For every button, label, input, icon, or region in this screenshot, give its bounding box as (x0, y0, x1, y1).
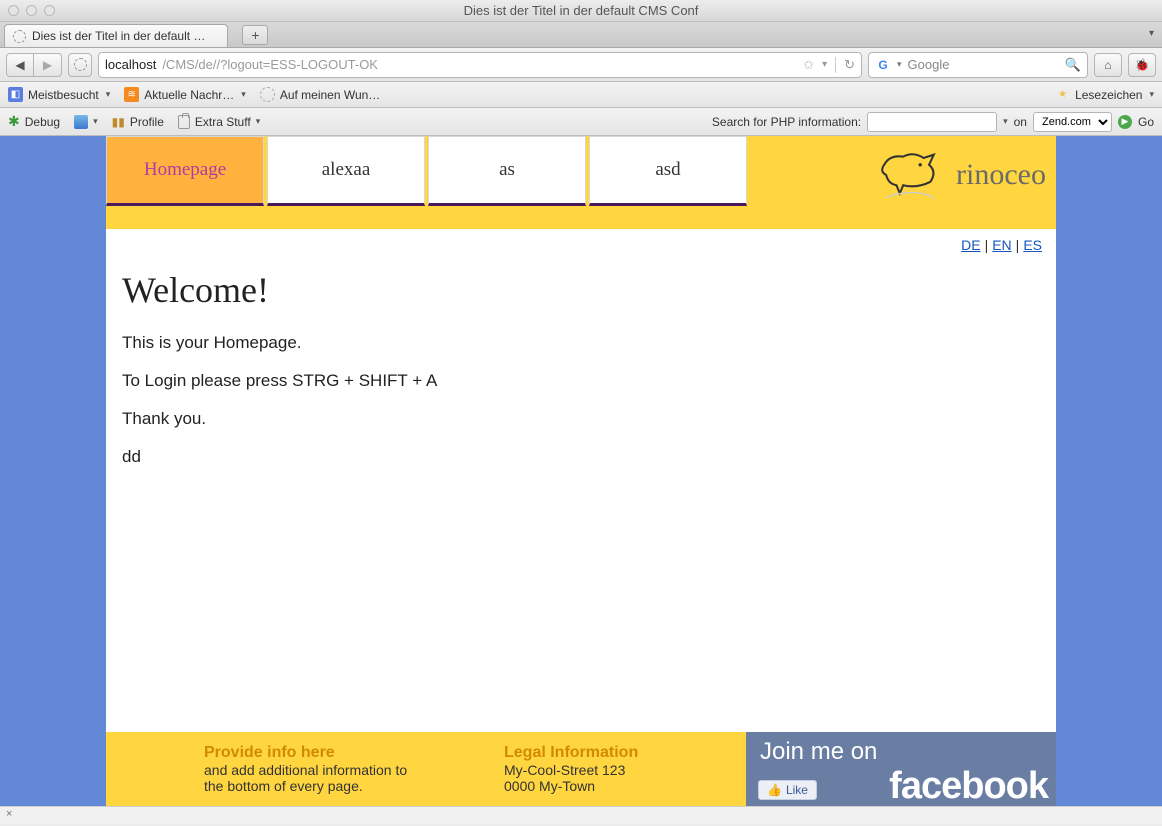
book-icon: ▮▮ (112, 115, 125, 129)
brand-text: rinoceo (956, 158, 1046, 192)
firebug-button[interactable]: 🐞 (1128, 53, 1156, 77)
most-visited-icon: ◧ (8, 87, 23, 102)
lang-es[interactable]: ES (1023, 237, 1042, 253)
page-heading: Welcome! (122, 269, 1040, 311)
window-title: Dies ist der Titel in der default CMS Co… (0, 3, 1162, 18)
site-header: Homepage alexaa as asd rinoceo (106, 136, 1056, 229)
tab-bar: Dies ist der Titel in der default … + ▾ (0, 22, 1162, 48)
url-input[interactable]: localhost/CMS/de//?logout=ESS-LOGOUT-OK … (98, 52, 862, 78)
bookmark-label: Lesezeichen (1075, 88, 1142, 102)
bookmark-most-visited[interactable]: ◧ Meistbesucht ▾ (8, 87, 110, 102)
chevron-down-icon[interactable]: ▾ (1003, 116, 1008, 127)
navigation-toolbar: ◀ ▶ localhost/CMS/de//?logout=ESS-LOGOUT… (0, 48, 1162, 82)
lang-en[interactable]: EN (992, 237, 1011, 253)
bookmarks-menu-button[interactable]: ★ Lesezeichen ▾ (1055, 87, 1154, 102)
site-footer: Provide info here and add additional inf… (106, 732, 1056, 806)
status-bar: × (0, 806, 1162, 824)
profile-button[interactable]: ▮▮Profile (112, 115, 164, 129)
developer-toolbar: ✱Debug ▾ ▮▮Profile Extra Stuff▾ Search f… (0, 108, 1162, 136)
star-icon: ★ (1055, 87, 1070, 102)
forward-button[interactable]: ▶ (34, 53, 62, 77)
content-paragraph: To Login please press STRG + SHIFT + A (122, 371, 1040, 391)
back-button[interactable]: ◀ (6, 53, 34, 77)
nav-item-alexaa[interactable]: alexaa (267, 136, 425, 206)
fb-like-button[interactable]: 👍 Like (758, 780, 817, 800)
url-path: /CMS/de//?logout=ESS-LOGOUT-OK (162, 57, 378, 72)
loading-spinner-icon (13, 30, 26, 43)
search-icon[interactable]: 🔍 (1065, 57, 1081, 73)
bookmark-label: Meistbesucht (28, 88, 99, 102)
footer-info-head: Provide info here (204, 744, 468, 762)
footer-info-line: and add additional information to (204, 762, 468, 778)
chevron-down-icon: ▾ (241, 89, 246, 100)
image-icon (74, 115, 88, 129)
bug-icon: ✱ (8, 113, 20, 130)
globe-spinner-icon (74, 58, 87, 71)
on-label: on (1014, 115, 1027, 129)
nav-item-asd[interactable]: asd (589, 136, 747, 206)
browser-tab[interactable]: Dies ist der Titel in der default … (4, 24, 228, 47)
php-search-label: Search for PHP information: (712, 115, 861, 129)
chevron-down-icon: ▾ (1149, 89, 1154, 100)
chevron-down-icon: ▾ (106, 89, 111, 100)
reload-button[interactable]: ↻ (835, 57, 855, 73)
site-container: Homepage alexaa as asd rinoceo DE|EN|ES … (106, 136, 1056, 806)
home-button[interactable]: ⌂ (1094, 53, 1122, 77)
footer-legal: Legal Information My-Cool-Street 123 000… (486, 732, 656, 806)
lang-de[interactable]: DE (961, 237, 980, 253)
page-viewport: Homepage alexaa as asd rinoceo DE|EN|ES … (0, 136, 1162, 806)
facebook-logo-text: facebook (889, 765, 1048, 806)
thumbs-up-icon: 👍 (767, 783, 782, 797)
debug-button[interactable]: ✱Debug (8, 113, 60, 130)
feed-icon[interactable]: ✩ (803, 57, 814, 73)
content-paragraph: dd (122, 447, 1040, 467)
window-titlebar: Dies ist der Titel in der default CMS Co… (0, 0, 1162, 22)
rhino-icon (876, 144, 944, 206)
tab-title: Dies ist der Titel in der default … (32, 29, 205, 43)
chevron-down-icon: ▾ (93, 116, 98, 127)
new-tab-button[interactable]: + (242, 25, 268, 45)
nav-item-as[interactable]: as (428, 136, 586, 206)
language-switcher: DE|EN|ES (106, 229, 1056, 253)
image-tool-button[interactable]: ▾ (74, 115, 98, 129)
bookmark-label: Aktuelle Nachr… (144, 88, 234, 102)
bookmark-label: Auf meinen Wun… (280, 88, 381, 102)
footer-info: Provide info here and add additional inf… (186, 732, 486, 806)
clipboard-icon (178, 115, 190, 129)
rss-icon: ≋ (124, 87, 139, 102)
bookmark-wishlist[interactable]: Auf meinen Wun… (260, 87, 381, 102)
tab-menu-button[interactable]: ▾ (1149, 28, 1154, 39)
footer-legal-line: 0000 My-Town (504, 778, 638, 794)
search-engine-caret-icon[interactable]: ▾ (897, 59, 902, 70)
url-host: localhost (105, 57, 156, 72)
page-icon (260, 87, 275, 102)
bookmarks-toolbar: ◧ Meistbesucht ▾ ≋ Aktuelle Nachr… ▾ Auf… (0, 82, 1162, 108)
nav-item-homepage[interactable]: Homepage (106, 136, 264, 206)
php-search-input[interactable] (867, 112, 997, 132)
php-site-select[interactable]: Zend.com (1033, 112, 1112, 132)
fb-join-text: Join me on (760, 738, 1042, 766)
go-icon: ▶ (1118, 115, 1132, 129)
google-icon: G (875, 57, 891, 73)
go-button[interactable]: Go (1138, 115, 1154, 129)
site-logo[interactable]: rinoceo (876, 144, 1046, 206)
footer-legal-head: Legal Information (504, 744, 638, 762)
page-content: Welcome! This is your Homepage. To Login… (106, 253, 1056, 495)
chevron-down-icon: ▾ (256, 116, 261, 127)
search-placeholder: Google (908, 57, 950, 72)
dropdown-caret-icon[interactable]: ▾ (822, 59, 827, 70)
content-paragraph: Thank you. (122, 409, 1040, 429)
site-identity-button[interactable] (68, 53, 92, 77)
facebook-box[interactable]: Join me on facebook 👍 Like (746, 732, 1056, 806)
content-paragraph: This is your Homepage. (122, 333, 1040, 353)
footer-info-line: the bottom of every page. (204, 778, 468, 794)
footer-legal-line: My-Cool-Street 123 (504, 762, 638, 778)
search-input[interactable]: G ▾ Google 🔍 (868, 52, 1088, 78)
bookmark-news[interactable]: ≋ Aktuelle Nachr… ▾ (124, 87, 246, 102)
status-close[interactable]: × (6, 808, 12, 820)
extra-stuff-button[interactable]: Extra Stuff▾ (178, 115, 260, 129)
